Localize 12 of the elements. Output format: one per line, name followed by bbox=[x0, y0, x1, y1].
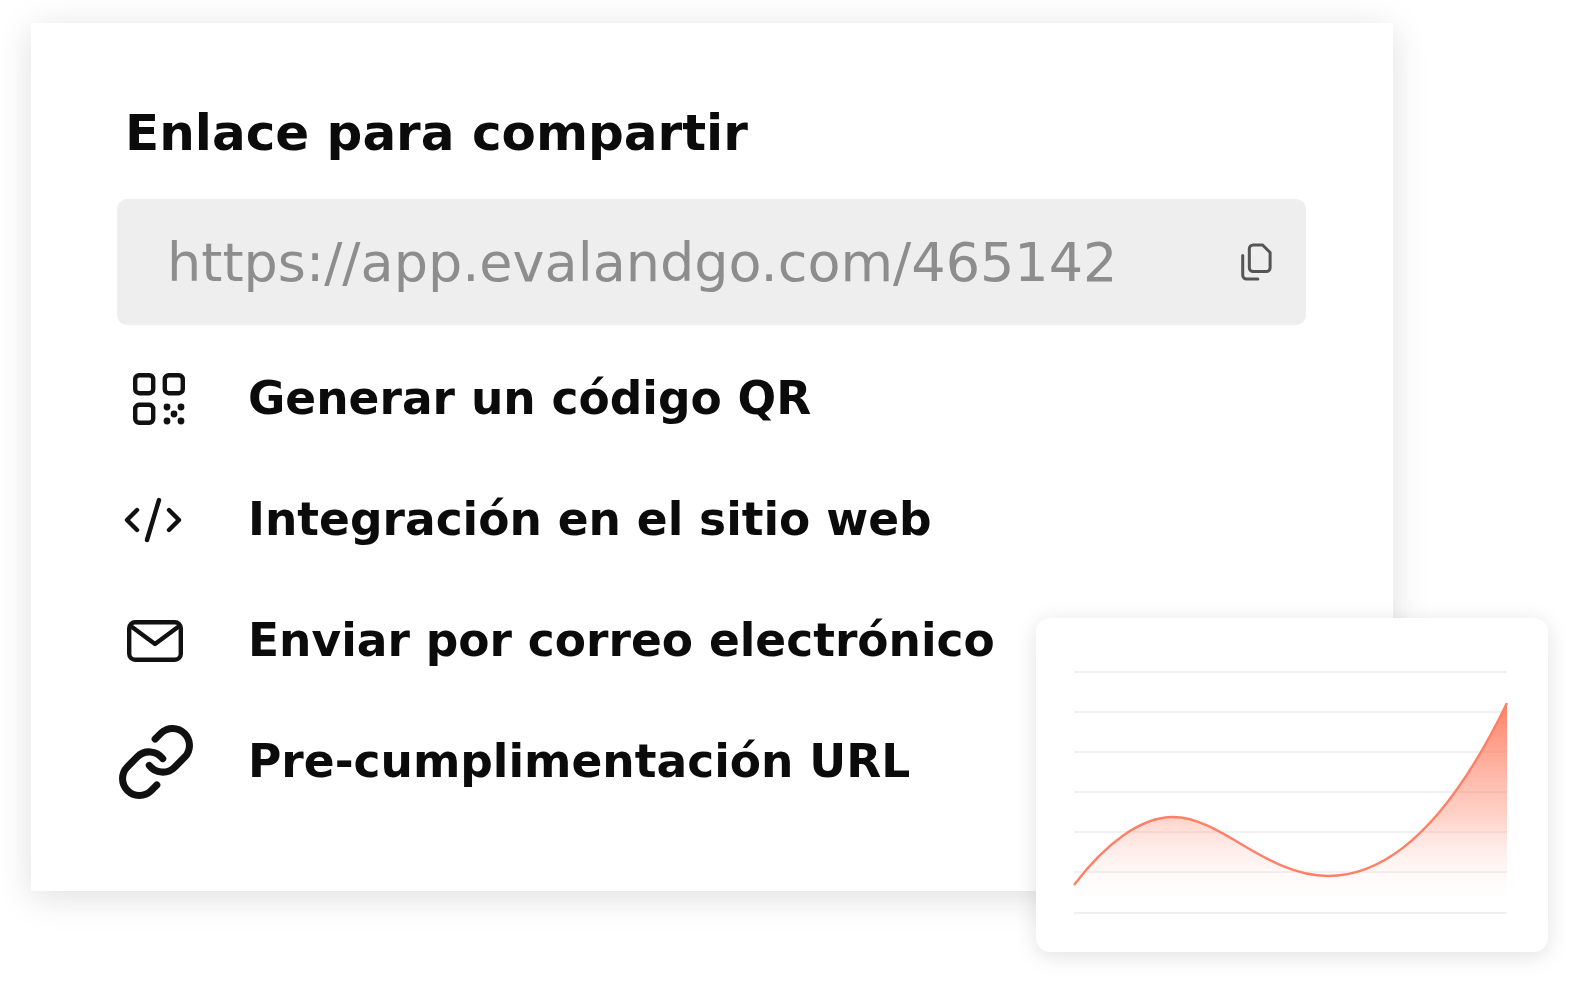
copy-icon bbox=[1238, 243, 1272, 281]
share-option[interactable]: Enviar por correo electrónico bbox=[117, 580, 995, 701]
link-url: https://app.evalandgo.com/465142 bbox=[167, 230, 1118, 294]
share-option[interactable]: Generar un código QR bbox=[117, 338, 812, 459]
share-option[interactable]: Integración en el sitio web bbox=[117, 459, 932, 580]
envelope-icon bbox=[127, 619, 183, 662]
code-icon bbox=[124, 496, 182, 543]
qr-code-icon bbox=[133, 372, 185, 425]
card-title: Enlace para compartir bbox=[125, 103, 748, 163]
copy-button[interactable] bbox=[1238, 243, 1272, 281]
link-icon bbox=[119, 724, 193, 799]
share-option[interactable]: Pre-cumplimentación URL bbox=[117, 701, 911, 822]
